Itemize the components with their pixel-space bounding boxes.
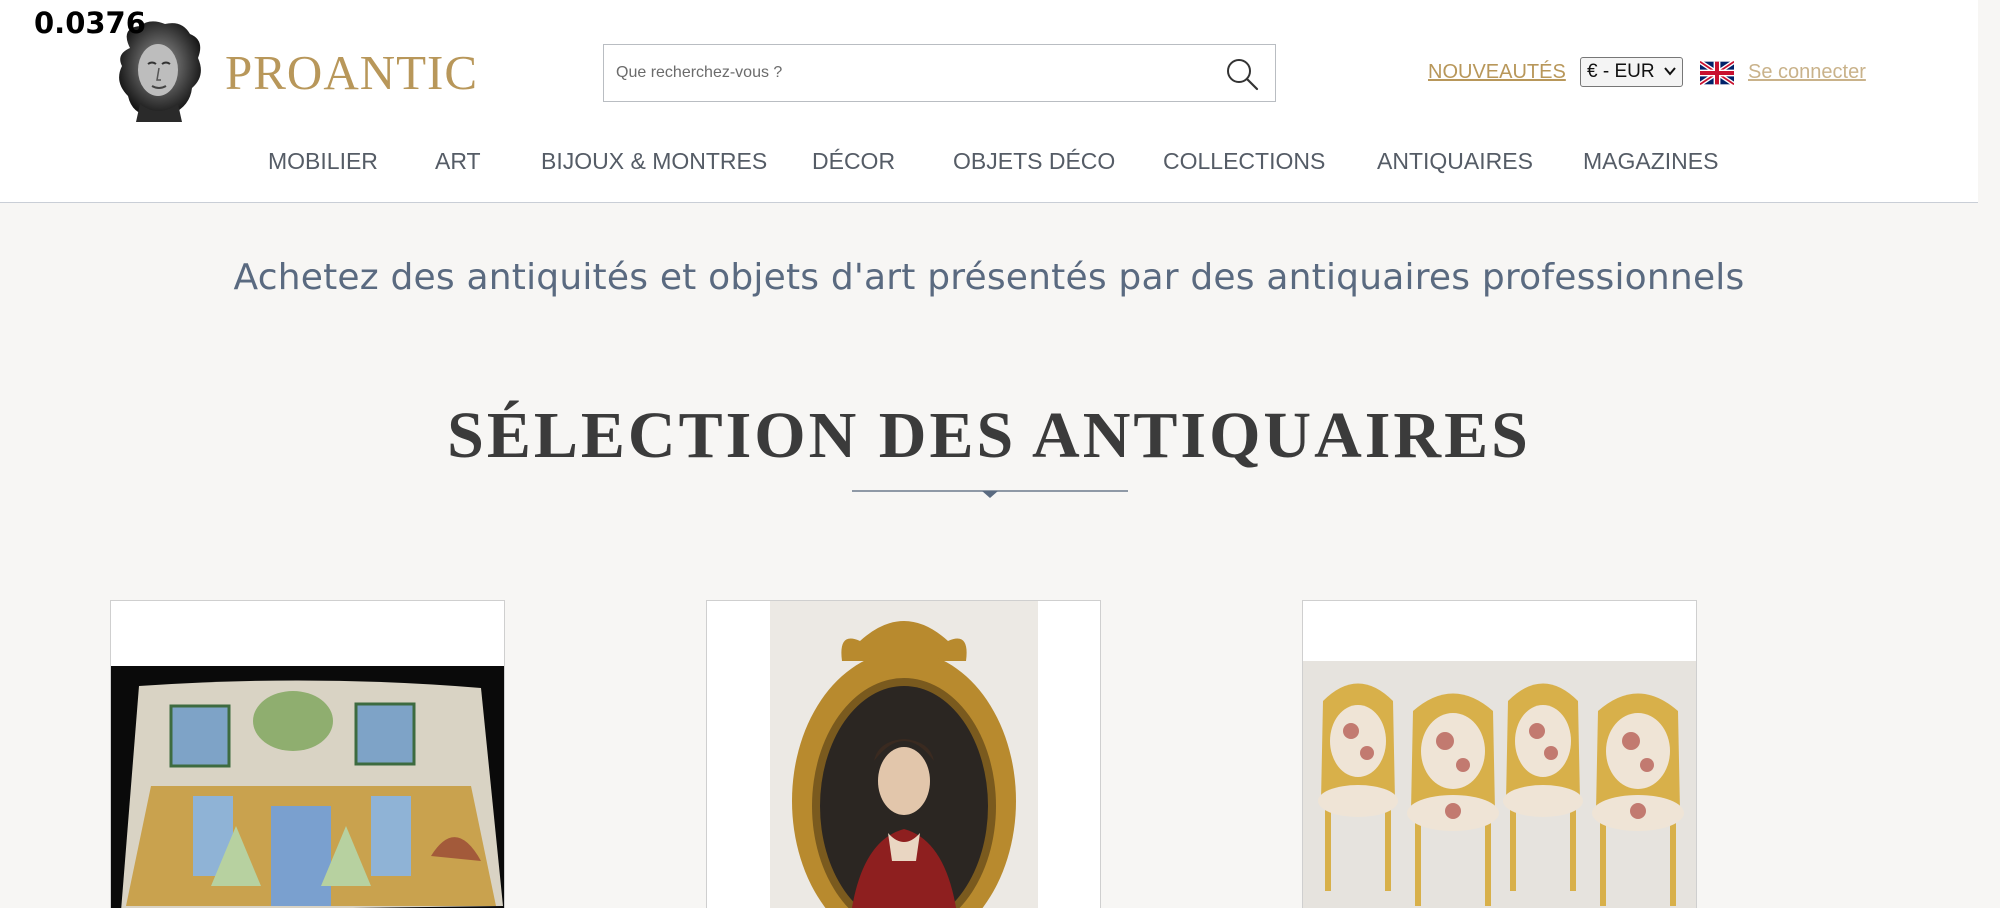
chevron-down-icon	[1664, 67, 1676, 76]
product-card-oval-portrait[interactable]	[706, 600, 1101, 908]
nav-item-mobilier[interactable]: MOBILIER	[268, 148, 378, 175]
product-image-oval-portrait[interactable]	[770, 601, 1038, 908]
section-title: SÉLECTION DES ANTIQUAIRES	[447, 399, 1531, 472]
site-header: PROANTIC NOUVEAUTÉS € - EUR Se connecter…	[0, 0, 1978, 203]
nav-item-bijoux-montres[interactable]: BIJOUX & MONTRES	[541, 148, 767, 175]
title-divider	[852, 490, 1128, 498]
new-arrivals-link[interactable]: NOUVEAUTÉS	[1428, 61, 1566, 84]
nav-item-antiquaires[interactable]: ANTIQUAIRES	[1377, 148, 1533, 175]
nav-item-art[interactable]: ART	[435, 148, 481, 175]
product-image-beaded-panel[interactable]	[111, 666, 505, 908]
currency-value: € - EUR	[1587, 61, 1655, 82]
overlay-value: 0.0376	[34, 6, 146, 40]
nav-item-collections[interactable]: COLLECTIONS	[1163, 148, 1325, 175]
login-link[interactable]: Se connecter	[1748, 61, 1866, 84]
nav-item-objets-deco[interactable]: OBJETS DÉCO	[953, 148, 1115, 175]
tagline: Achetez des antiquités et objets d'art p…	[233, 257, 1745, 298]
uk-flag-icon[interactable]	[1700, 61, 1734, 85]
nav-item-decor[interactable]: DÉCOR	[812, 148, 895, 175]
product-card-armchairs[interactable]	[1302, 600, 1697, 908]
product-card-beaded-panel[interactable]	[110, 600, 505, 908]
main-nav: MOBILIER ART BIJOUX & MONTRES DÉCOR OBJE…	[0, 148, 1978, 178]
currency-select[interactable]: € - EUR	[1580, 57, 1683, 87]
search-input[interactable]	[616, 45, 1196, 101]
search-icon[interactable]	[1225, 57, 1259, 91]
product-image-armchairs[interactable]	[1303, 661, 1697, 908]
nav-item-magazines[interactable]: MAGAZINES	[1583, 148, 1718, 175]
brand-name: PROANTIC	[225, 45, 479, 100]
search-bar	[603, 44, 1276, 102]
